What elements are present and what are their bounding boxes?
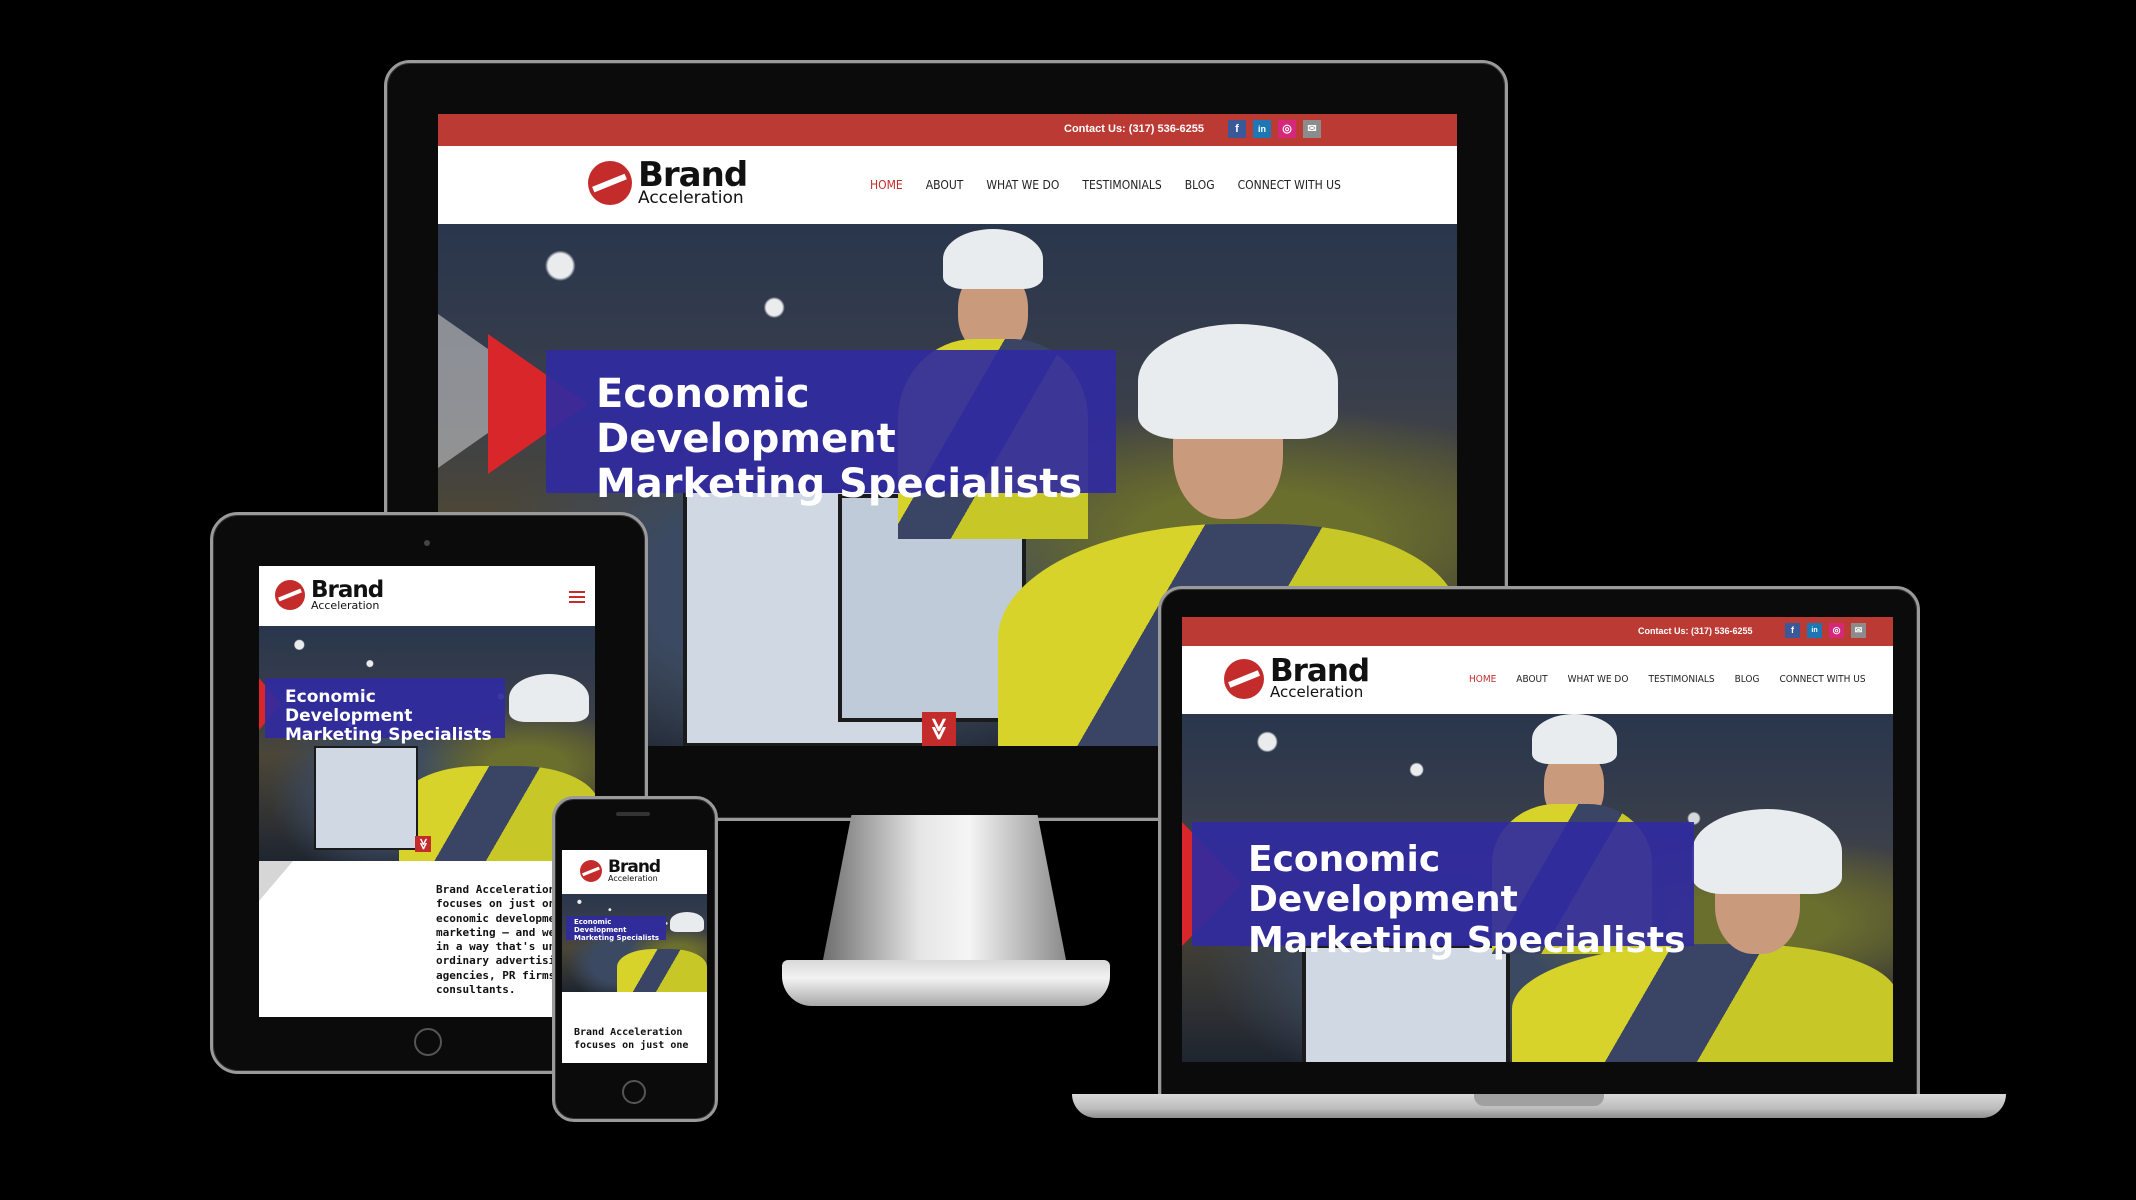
phone-hero-banner: Economic Development Marketing Specialis… [566,916,666,942]
monitor-stand [822,815,1067,965]
laptop-hero: Economic Development Marketing Specialis… [1182,714,1893,1062]
linkedin-icon[interactable]: in [1253,120,1271,138]
phone-intro-text: Brand Acceleration focuses on just one [574,1027,689,1051]
tablet-logo-mark-icon [275,580,305,611]
social-links: f in ◎ ✉ [1228,120,1321,138]
hero-image-man-helmet [943,229,1043,289]
tablet-logo-brand: Brand [311,577,384,603]
nav-what-we-do[interactable]: WHAT WE DO [986,178,1059,192]
laptop-logo-mark-icon [1224,658,1264,699]
laptop-contact-phone[interactable]: Contact Us: (317) 536-6255 [1638,626,1753,636]
laptop-nav-blog[interactable]: BLOG [1735,674,1760,685]
laptop-hero-woman-helmet [1692,809,1842,894]
tablet-decor-shape [259,861,293,901]
tablet-home-button[interactable] [414,1028,442,1056]
nav-about[interactable]: ABOUT [926,178,964,192]
laptop-hero-line1: Economic Development [1248,839,1518,921]
logo-sub-text: Acceleration [638,187,744,208]
tablet-camera [424,540,430,546]
logo-mark-icon [588,160,632,205]
laptop-nav-connect[interactable]: CONNECT WITH US [1779,674,1865,685]
hero-banner: Economic Development Marketing Specialis… [546,350,1116,506]
laptop-brand-logo[interactable]: Brand Acceleration [1224,653,1370,701]
laptop-hero-man-helmet [1532,714,1617,764]
nav-home[interactable]: HOME [870,178,903,192]
tablet-hero-line1: Economic Development [285,687,413,727]
laptop-main-nav: HOME ABOUT WHAT WE DO TESTIMONIALS BLOG … [1469,674,1866,685]
phone-speaker [616,812,650,816]
laptop-logo-brand: Brand [1270,653,1370,689]
phone-logo-mark-icon [580,860,602,883]
laptop-nav-home[interactable]: HOME [1469,674,1496,685]
hero-image-woman-helmet [1138,324,1338,439]
phone-logo-brand: Brand [608,857,661,877]
laptop-site-header: Brand Acceleration HOME ABOUT WHAT WE DO… [1182,646,1893,714]
scroll-down-button[interactable]: ≫ [922,712,956,746]
contact-phone[interactable]: Contact Us: (317) 536-6255 [1064,123,1204,135]
laptop-social-links: f in ◎ ✉ [1785,623,1866,638]
laptop-hero-line2: Marketing Specialists [1248,919,1686,961]
phone-hero: Economic Development Marketing Specialis… [562,894,707,992]
laptop-nav-what-we-do[interactable]: WHAT WE DO [1568,674,1629,685]
laptop-hero-woman-jacket [1512,944,1893,1062]
laptop-trackpad-notch [1474,1094,1604,1106]
tablet-hero-helmet [509,674,589,722]
nav-connect[interactable]: CONNECT WITH US [1238,178,1341,192]
phone-hero-jacket [617,949,707,992]
instagram-icon[interactable]: ◎ [1278,120,1296,138]
laptop-top-bar: Contact Us: (317) 536-6255 f in ◎ ✉ [1182,617,1893,646]
top-bar: Contact Us: (317) 536-6255 f in ◎ ✉ [438,114,1457,146]
laptop-nav-testimonials[interactable]: TESTIMONIALS [1648,674,1714,685]
laptop-nav-about[interactable]: ABOUT [1516,674,1547,685]
phone-logo-sub: Acceleration [608,874,658,884]
phone-hero-helmet [670,912,704,932]
tablet-brand-logo[interactable]: Brand Acceleration [275,577,384,612]
laptop-hero-monitor [1302,944,1510,1062]
phone-home-button[interactable] [622,1080,646,1104]
laptop-hero-banner: Economic Development Marketing Specialis… [1192,822,1694,960]
laptop-screen: Contact Us: (317) 536-6255 f in ◎ ✉ Bran… [1182,617,1893,1062]
nav-blog[interactable]: BLOG [1185,178,1215,192]
logo-brand-text: Brand [638,155,748,195]
phone-screen: Brand Acceleration Economic Development … [562,850,707,1063]
tablet-hero-monitor [314,746,418,850]
phone-hero-line2: Marketing Specialists [574,933,660,942]
laptop-linkedin-icon[interactable]: in [1807,623,1822,638]
phone-hero-line1: Economic Development [574,918,627,934]
hero-heading-line2: Marketing Specialists [596,460,1083,507]
tablet-logo-sub: Acceleration [311,598,380,612]
tablet-header: Brand Acceleration [259,566,595,626]
site-header: Brand Acceleration HOME ABOUT WHAT WE DO… [438,146,1457,224]
tablet-screen: Brand Acceleration Economic Development … [259,566,595,1017]
nav-testimonials[interactable]: TESTIMONIALS [1082,178,1161,192]
laptop-logo-sub: Acceleration [1270,682,1364,701]
hero-heading-line1: Economic Development [596,371,896,462]
tablet-scroll-down-button[interactable]: ≫ [415,836,431,852]
hamburger-menu-icon[interactable] [569,588,585,606]
tablet-hero-line2: Marketing Specialists [285,725,492,746]
brand-logo[interactable]: Brand Acceleration [588,155,748,208]
monitor-stand-base [782,960,1110,1006]
tablet-hero: Economic Development Marketing Specialis… [259,626,595,861]
email-icon[interactable]: ✉ [1303,120,1321,138]
laptop-instagram-icon[interactable]: ◎ [1829,623,1844,638]
tablet-hero-banner: Economic Development Marketing Specialis… [265,678,505,745]
phone-header: Brand Acceleration [562,850,707,894]
phone-brand-logo[interactable]: Brand Acceleration [580,857,661,884]
laptop-facebook-icon[interactable]: f [1785,623,1800,638]
main-nav: HOME ABOUT WHAT WE DO TESTIMONIALS BLOG … [870,178,1341,192]
facebook-icon[interactable]: f [1228,120,1246,138]
laptop-email-icon[interactable]: ✉ [1851,623,1866,638]
